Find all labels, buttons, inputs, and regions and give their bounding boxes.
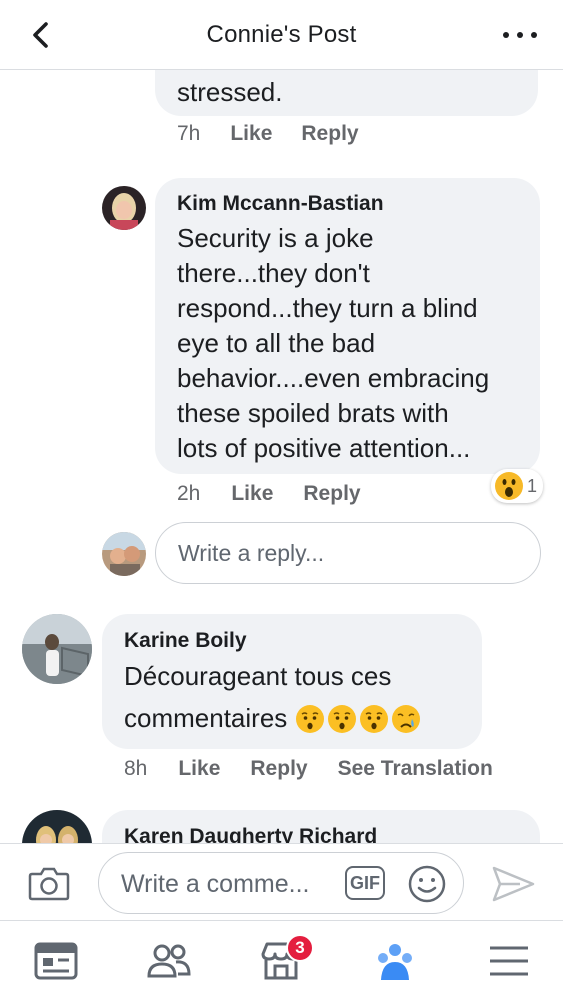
comment-line: behavior....even embracing [177,363,490,393]
comment-line: commentaires [124,703,288,733]
post-header: Connie's Post [0,0,563,70]
avatar[interactable] [102,186,146,230]
friends-icon[interactable] [146,938,192,984]
comment-line: lots of positive attention... [177,433,471,463]
comment-author[interactable]: Karine Boily [124,629,247,653]
avatar[interactable] [22,614,92,684]
comment-input[interactable]: Write a comme... GIF [98,852,464,914]
wow-emoji-icon [495,472,523,500]
gif-button[interactable]: GIF [345,866,385,900]
comment-bubble: Karen Daugherty Richard [102,810,540,843]
comment-bubble: stressed. [155,70,538,116]
groups-icon[interactable] [372,938,418,984]
reply-button[interactable]: Reply [303,482,360,506]
reply-input-placeholder: Write a reply... [178,539,325,566]
menu-icon[interactable] [486,938,532,984]
like-button[interactable]: Like [230,122,272,146]
hushed-face-emoji-icon [296,704,325,733]
comment-author[interactable]: Karen Daugherty Richard [124,825,377,843]
avatar[interactable] [22,810,92,843]
comment-time: 2h [177,482,201,505]
hushed-face-emoji-icon [328,704,357,733]
hushed-face-emoji-icon [360,704,389,733]
comment-bubble: Karine Boily Décourageant tous ces comme… [102,614,482,749]
send-icon[interactable] [490,864,536,904]
notification-badge: 3 [286,934,314,962]
comment-author[interactable]: Kim Mccann-Bastian [177,192,384,216]
comment-line: these spoiled brats with [177,398,449,428]
current-user-avatar [102,532,146,576]
comment-line: Décourageant tous ces [124,661,392,691]
reaction-count: 1 [527,475,538,496]
comment-actions: 7h Like Reply [177,122,359,146]
like-button[interactable]: Like [231,482,273,506]
reply-button[interactable]: Reply [301,122,358,146]
comment-actions: 8h Like Reply See Translation [124,757,493,781]
camera-icon[interactable] [28,864,70,902]
crying-face-emoji-icon [392,704,421,733]
comment-line: eye to all the bad [177,328,376,358]
emoji-picker-icon[interactable] [407,864,447,904]
comment-time: 8h [124,757,148,780]
comment-text: stressed. [177,77,283,107]
bottom-tab-bar: 3 [0,922,563,1000]
reaction-summary[interactable]: 1 [491,469,544,503]
news-feed-icon[interactable] [33,938,79,984]
more-dots-icon[interactable] [503,20,537,50]
like-button[interactable]: Like [178,757,220,781]
see-translation-link[interactable]: See Translation [338,757,493,781]
comment-line: respond...they turn a blind [177,293,478,323]
reply-button[interactable]: Reply [250,757,307,781]
comment-input-placeholder: Write a comme... [121,870,310,898]
comment-actions: 2h Like Reply [177,482,361,506]
chevron-left-icon[interactable] [26,20,56,50]
comment-line: there...they don't [177,258,370,288]
comments-feed[interactable]: stressed. 7h Like Reply Kim Mccann-Basti… [0,70,563,843]
comment-bubble: Kim Mccann-Bastian Security is a joke th… [155,178,540,474]
comment-composer: Write a comme... GIF [0,843,563,921]
comment-time: 7h [177,122,201,145]
reply-input[interactable]: Write a reply... [155,522,541,584]
page-title: Connie's Post [206,20,357,48]
comment-line: Security is a joke [177,223,374,253]
